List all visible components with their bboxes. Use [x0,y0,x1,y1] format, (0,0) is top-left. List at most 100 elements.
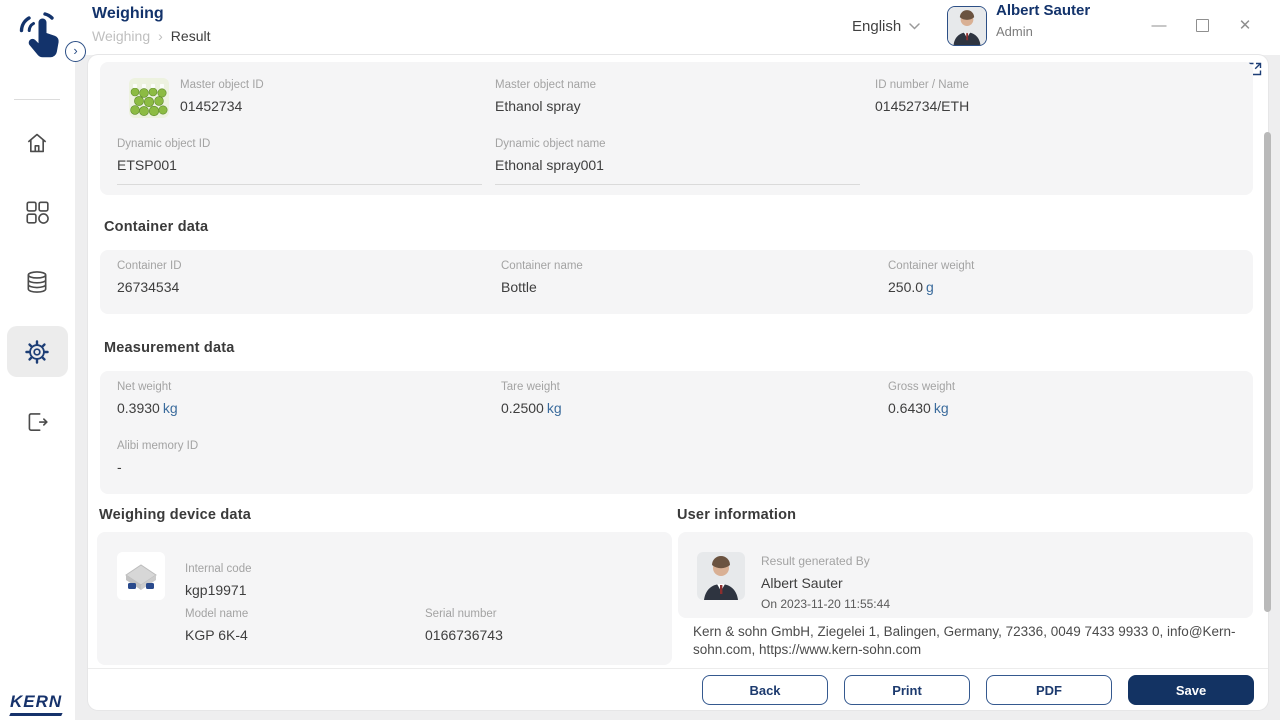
sidebar-divider [14,99,60,100]
generated-on-timestamp: On 2023-11-20 11:55:44 [761,597,890,611]
field-value: KGP 6K-4 [185,627,248,643]
field-label: Alibi memory ID [117,440,199,452]
sidebar: KERN [0,0,75,720]
model-name-field: Model name KGP 6K-4 [185,608,248,643]
field-label: Container weight [888,260,975,272]
field-value: 0.3930 [117,400,160,416]
field-label: Tare weight [501,381,560,393]
user-information-card: Result generated By Albert Sauter On 202… [678,532,1253,618]
header-bar: Weighing Weighing › Result English Alber… [0,0,1280,58]
dashboard-icon[interactable] [24,199,50,225]
weighing-device-card: Internal code kgp19971 Model name KGP 6K… [97,532,672,665]
field-value: 0.2500 [501,400,544,416]
database-icon[interactable] [24,269,50,295]
result-content-panel: Master object ID 01452734 Master object … [88,55,1271,711]
field-value: 0.6430 [888,400,931,416]
field-label: Gross weight [888,381,956,393]
gross-weight-field: Gross weight 0.6430 kg [888,381,955,416]
save-button[interactable]: Save [1128,675,1254,705]
net-weight-field: Net weight 0.3930 kg [117,381,178,416]
field-value: 0166736743 [425,627,503,643]
close-button[interactable]: ✕ [1234,14,1256,36]
breadcrumb: Weighing › Result [92,28,210,44]
master-object-card: Master object ID 01452734 Master object … [100,62,1253,195]
measurement-data-heading: Measurement data [104,340,235,356]
generated-by-name: Albert Sauter [761,575,843,591]
master-object-id-field: Master object ID 01452734 [180,79,264,114]
action-footer: Back Print PDF Save [88,668,1268,711]
dynamic-object-name-input[interactable]: Ethonal spray001 [495,157,860,185]
weighing-device-data-heading: Weighing device data [99,507,251,523]
dynamic-object-id-field: Dynamic object ID ETSP001 [117,138,482,185]
breadcrumb-chevron-icon: › [158,28,163,44]
container-name-field: Container name Bottle [501,260,583,295]
result-user-avatar [697,552,745,600]
pdf-button[interactable]: PDF [986,675,1112,705]
language-label: English [852,18,902,35]
field-label: Model name [185,608,249,620]
field-label: Result generated By [761,554,870,568]
minimize-button[interactable]: — [1148,14,1170,36]
measurement-data-card: Net weight 0.3930 kg Tare weight 0.2500 kg… [100,371,1253,494]
container-data-heading: Container data [104,219,209,235]
weight-unit: g [926,279,934,295]
chevron-down-icon [909,23,920,30]
header-user-name: Albert Sauter [996,2,1091,19]
field-value: 26734534 [117,279,180,295]
breadcrumb-parent[interactable]: Weighing [92,28,150,44]
serial-number-field: Serial number 0166736743 [425,608,503,643]
master-object-name-field: Master object name Ethanol spray [495,79,596,114]
alibi-memory-id-field: Alibi memory ID - [117,440,198,475]
settings-gear-icon[interactable] [24,339,50,365]
field-label: Dynamic object ID [117,138,211,150]
vertical-scrollbar-thumb[interactable] [1264,132,1271,612]
field-label: Net weight [117,381,172,393]
container-data-card: Container ID 26734534 Container name Bot… [100,250,1253,314]
home-icon[interactable] [24,130,50,156]
weight-unit: kg [546,400,562,416]
result-generated-by-field: Result generated By Albert Sauter On 202… [761,554,890,611]
field-label: ID number / Name [875,79,969,91]
field-label: Master object name [495,79,596,91]
company-contact-info: Kern & sohn GmbH, Ziegelei 1, Balingen, … [693,624,1236,658]
tare-weight-field: Tare weight 0.2500 kg [501,381,562,416]
dynamic-object-id-input[interactable]: ETSP001 [117,157,482,185]
user-information-heading: User information [677,507,797,523]
language-selector[interactable]: English [852,18,920,35]
maximize-icon [1195,18,1209,32]
field-label: Dynamic object name [495,138,606,150]
field-value: 01452734/ETH [875,98,970,114]
field-label: Container ID [117,260,182,272]
container-id-field: Container ID 26734534 [117,260,182,295]
touch-hand-app-logo-icon [12,6,70,64]
weighing-device-image [117,552,165,600]
maximize-button[interactable] [1191,14,1213,36]
print-button[interactable]: Print [844,675,970,705]
field-label: Container name [501,260,583,272]
action-button-row: Back Print PDF Save [702,675,1254,705]
field-value: Bottle [501,279,537,295]
weight-unit: kg [933,400,949,416]
field-label: Serial number [425,608,497,620]
container-weight-field: Container weight 250.0 g [888,260,974,295]
header-user-role: Admin [996,24,1033,39]
field-label: Master object ID [180,79,264,91]
field-label: Internal code [185,563,252,575]
field-value: 01452734 [180,98,243,114]
breadcrumb-current: Result [170,28,211,44]
kern-logo-text: KERN [10,692,63,711]
page-title: Weighing [92,5,164,22]
exit-logout-icon[interactable] [24,409,50,435]
id-number-name-field: ID number / Name 01452734/ETH [875,79,969,114]
internal-code-field: Internal code kgp19971 [185,563,252,598]
field-value: kgp19971 [185,582,247,598]
kern-logo-underline [9,713,63,716]
weight-unit: kg [162,400,178,416]
sidebar-expand-toggle[interactable]: › [65,41,86,62]
user-avatar[interactable] [947,6,987,46]
kern-brand-logo: KERN [9,692,63,716]
master-object-thumbnail [129,78,169,118]
back-button[interactable]: Back [702,675,828,705]
field-value: - [117,459,122,475]
field-value: 250.0 [888,279,924,295]
